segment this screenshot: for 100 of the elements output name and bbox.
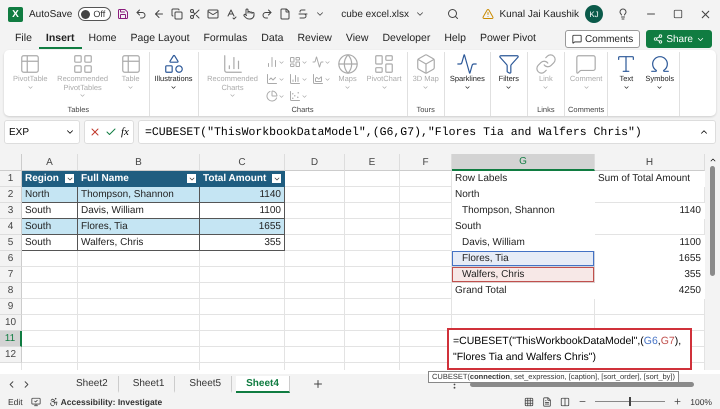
column-header[interactable]: B [78,154,200,171]
search-icon[interactable] [447,8,460,20]
menu-tab[interactable]: Page Layout [124,29,196,49]
row-header[interactable]: 8 [0,283,22,299]
warning-icon [482,8,494,20]
page-layout-icon[interactable] [542,396,552,406]
table-cell: 1100 [200,203,285,219]
table-cell: Thompson, Shannon [452,203,595,219]
row-header[interactable]: 11 [0,331,22,347]
menu-tab[interactable]: Data [254,29,290,49]
share-button[interactable]: Share [646,30,712,48]
zoom-percentage[interactable]: 100% [690,396,712,406]
menu-tab[interactable]: Review [290,29,339,49]
zoom-slider-thumb[interactable] [629,397,632,406]
zoom-in-icon[interactable] [673,397,682,406]
link-icon [534,53,557,75]
accessibility-status[interactable]: Accessibility: Investigate [60,396,162,406]
sheet-tab[interactable]: Sheet4 [236,376,290,392]
autosave-toggle[interactable]: Off [78,7,112,21]
caret-icon [170,84,178,91]
row-header[interactable]: 3 [0,203,22,219]
filter-icon [498,53,520,75]
caret-icon [582,84,590,91]
row-header[interactable]: 9 [0,299,22,315]
row-header[interactable]: 6 [0,251,22,267]
column-header[interactable]: D [285,154,345,171]
file-name[interactable]: cube excel.xlsx [341,8,410,20]
sheet-tab[interactable]: Sheet1 [122,376,176,392]
column-header[interactable]: G [452,154,595,171]
table-cell: 1140 [595,203,705,219]
page-break-icon[interactable] [560,396,570,406]
row-header[interactable]: 4 [0,219,22,235]
insert-function-button[interactable]: fx [121,126,129,138]
table-cell: South [22,203,78,219]
row-header[interactable]: 10 [0,315,22,331]
caret-icon [464,84,471,91]
cell-editor[interactable]: =CUBESET("ThisWorkbookDataModel",(G6,G7), "Flores Tia and Walfers Chris") [447,328,692,370]
formula-input-field[interactable]: =CUBESET("ThisWorkbookDataModel",(G6,G7),"Flores Tia and Walfers Chris") [138,120,716,144]
caret-icon [344,84,352,91]
row-header[interactable]: 1 [0,171,22,187]
row-header[interactable]: 12 [0,347,22,363]
spell-check-icon[interactable] [225,8,238,20]
menu-tab[interactable]: Power Pivot [472,29,543,49]
enter-check-icon[interactable] [105,126,117,138]
column-header[interactable]: F [400,154,452,171]
mail-icon[interactable] [207,8,220,20]
filter-dropdown-icon[interactable] [272,174,281,183]
caret-icon [505,84,512,91]
strikethrough-icon[interactable] [297,8,310,20]
menu-tab[interactable]: Formulas [196,29,254,49]
column-header[interactable]: H [595,154,705,171]
normal-view-icon[interactable] [524,396,534,406]
table-cell: Region [22,171,78,187]
column-header[interactable]: A [22,154,78,171]
table-cell: 1140 [200,187,285,203]
sheet-tab[interactable]: Sheet5 [179,376,232,392]
save-icon[interactable] [117,8,130,20]
table-cell: Flores, Tia [78,219,200,235]
menu-tab[interactable]: File [8,29,39,49]
menu-tab[interactable]: Help [437,29,473,49]
table-cell: South [22,219,78,235]
vertical-scrollbar[interactable] [710,166,715,276]
column-header[interactable]: E [345,154,400,171]
undo-icon[interactable] [135,8,148,20]
pointer-icon[interactable] [243,8,256,20]
row-header[interactable]: 5 [0,235,22,251]
name-box[interactable]: EXP [4,120,80,144]
scissors-icon[interactable] [189,8,202,20]
row-header[interactable]: 2 [0,187,22,203]
back-arrow-icon[interactable] [153,8,166,20]
monitor-icon[interactable] [30,396,41,406]
add-sheet-icon[interactable] [312,378,324,390]
comment-icon [572,34,582,44]
accessibility-icon[interactable] [48,396,59,406]
table-cell: Full Name [78,171,200,187]
lightbulb-icon[interactable] [617,8,629,20]
table-cell: Walfers, Chris [78,235,200,251]
column-header[interactable]: C [200,154,285,171]
row-header[interactable]: 7 [0,267,22,283]
user-avatar[interactable]: KJ [585,5,603,23]
comments-button[interactable]: Comments [564,30,640,48]
menu-tab[interactable]: View [338,29,376,49]
menu-tab[interactable]: Developer [375,29,438,49]
sheet-tab[interactable]: Sheet2 [66,376,119,392]
menu-tab[interactable]: Home [82,29,124,49]
redo-icon[interactable] [261,8,274,20]
grid-icon [72,53,94,75]
table-cell: Thompson, Shannon [78,187,200,203]
copy-icon[interactable] [171,8,184,20]
horizontal-scrollbar[interactable] [470,382,694,386]
dashboard-chart-icon [373,53,396,75]
bar-chart-icon [222,53,244,75]
caret-icon [656,84,664,91]
file-icon[interactable] [279,8,292,20]
filter-dropdown-icon[interactable] [187,174,196,183]
caret-icon [127,84,134,91]
cancel-icon[interactable] [89,126,101,138]
close-icon[interactable] [699,8,712,20]
maximize-icon[interactable] [673,9,683,19]
filter-dropdown-icon[interactable] [65,174,74,183]
